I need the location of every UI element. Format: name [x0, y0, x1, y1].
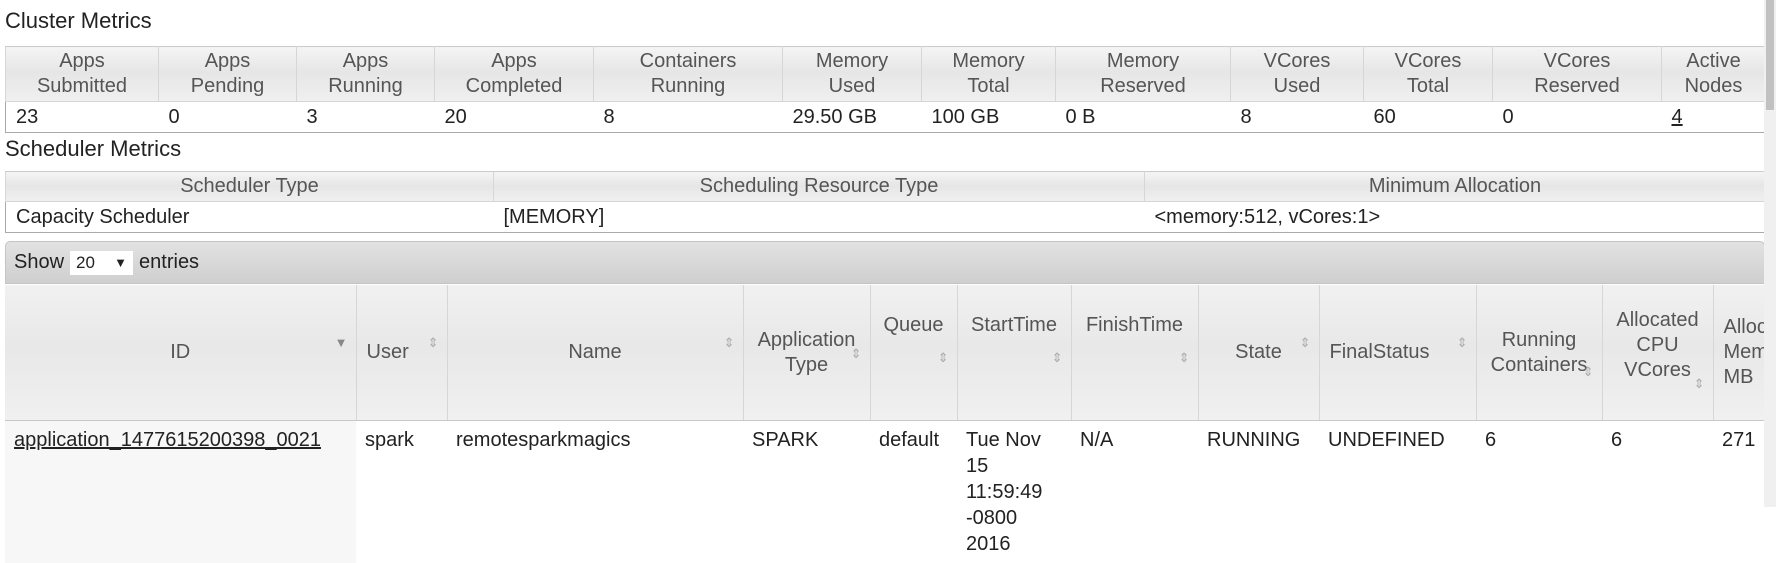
show-label: Show: [14, 251, 64, 274]
application-row: application_1477615200398_0021 spark rem…: [5, 421, 1776, 563]
cluster-metrics-header-row: AppsSubmitted AppsPending AppsRunning Ap…: [6, 47, 1766, 102]
table-length-bar: Show 20 ▼ entries: [5, 241, 1765, 284]
dropdown-arrow-icon: ▼: [114, 255, 127, 270]
column-header-running-containers[interactable]: Running Containers ⇕: [1476, 285, 1602, 421]
sort-icon: ⇕: [1300, 330, 1311, 355]
sort-icon: ⇕: [938, 345, 949, 370]
minimum-allocation-value: <memory:512, vCores:1>: [1145, 202, 1766, 233]
app-running-containers: 6: [1476, 421, 1602, 563]
scheduling-resource-type-value: [MEMORY]: [494, 202, 1145, 233]
sort-icon: ⇕: [1179, 345, 1190, 370]
app-starttime: Tue Nov 15 11:59:49 -0800 2016: [957, 421, 1071, 563]
header-scheduling-resource-type: Scheduling Resource Type: [494, 172, 1145, 202]
apps-running-value: 3: [297, 102, 435, 133]
apps-submitted-value: 23: [6, 102, 159, 133]
sort-icon: ⇕: [428, 330, 439, 355]
header-scheduler-type: Scheduler Type: [6, 172, 494, 202]
app-id-cell: application_1477615200398_0021: [5, 421, 356, 563]
header-vcores-used: VCoresUsed: [1231, 47, 1364, 102]
active-nodes-link[interactable]: 4: [1672, 106, 1683, 128]
memory-reserved-value: 0 B: [1056, 102, 1231, 133]
header-memory-total: MemoryTotal: [922, 47, 1056, 102]
column-header-application-type[interactable]: Application Type ⇕: [743, 285, 870, 421]
sort-icon: ⇕: [1052, 345, 1063, 370]
applications-table: ID ▼ User ⇕ Name ⇕ Application Type ⇕ Qu…: [5, 285, 1776, 563]
vcores-used-value: 8: [1231, 102, 1364, 133]
column-header-starttime[interactable]: StartTime ⇕: [957, 285, 1071, 421]
app-finalstatus: UNDEFINED: [1319, 421, 1476, 563]
header-minimum-allocation: Minimum Allocation: [1145, 172, 1766, 202]
apps-completed-value: 20: [435, 102, 594, 133]
entries-per-page-value: 20: [76, 253, 95, 273]
column-header-queue[interactable]: Queue ⇕: [870, 285, 957, 421]
entries-per-page-select[interactable]: 20 ▼: [70, 251, 133, 275]
header-vcores-reserved: VCoresReserved: [1493, 47, 1662, 102]
header-containers-running: ContainersRunning: [594, 47, 783, 102]
scrollbar-thumb[interactable]: [1766, 0, 1774, 110]
active-nodes-cell: 4: [1662, 102, 1766, 133]
app-state: RUNNING: [1198, 421, 1319, 563]
column-header-id[interactable]: ID ▼: [5, 285, 356, 421]
column-header-finalstatus[interactable]: FinalStatus ⇕: [1319, 285, 1476, 421]
column-header-name[interactable]: Name ⇕: [447, 285, 743, 421]
sort-icon: ⇕: [851, 341, 862, 366]
column-header-state[interactable]: State ⇕: [1198, 285, 1319, 421]
sort-icon: ⇕: [724, 330, 735, 355]
scheduler-type-value: Capacity Scheduler: [6, 202, 494, 233]
cluster-metrics-title: Cluster Metrics: [5, 8, 152, 34]
vertical-scrollbar[interactable]: [1764, 0, 1776, 507]
header-memory-used: MemoryUsed: [783, 47, 922, 102]
entries-label: entries: [139, 251, 199, 274]
sort-icon: ⇕: [1694, 371, 1705, 396]
scheduler-header-row: Scheduler Type Scheduling Resource Type …: [6, 172, 1766, 202]
sort-icon: ⇕: [1457, 330, 1468, 355]
app-user: spark: [356, 421, 447, 563]
scheduler-metrics-table: Scheduler Type Scheduling Resource Type …: [5, 171, 1766, 233]
app-id-link[interactable]: application_1477615200398_0021: [14, 429, 321, 451]
containers-running-value: 8: [594, 102, 783, 133]
header-active-nodes: ActiveNodes: [1662, 47, 1766, 102]
apps-pending-value: 0: [159, 102, 297, 133]
header-apps-completed: AppsCompleted: [435, 47, 594, 102]
header-apps-submitted: AppsSubmitted: [6, 47, 159, 102]
vcores-reserved-value: 0: [1493, 102, 1662, 133]
column-header-user[interactable]: User ⇕: [356, 285, 447, 421]
column-header-allocated-cpu-vcores[interactable]: Allocated CPU VCores ⇕: [1602, 285, 1713, 421]
app-type: SPARK: [743, 421, 870, 563]
header-memory-reserved: MemoryReserved: [1056, 47, 1231, 102]
header-apps-running: AppsRunning: [297, 47, 435, 102]
memory-used-value: 29.50 GB: [783, 102, 922, 133]
header-apps-pending: AppsPending: [159, 47, 297, 102]
applications-header-row: ID ▼ User ⇕ Name ⇕ Application Type ⇕ Qu…: [5, 285, 1776, 421]
app-name: remotesparkmagics: [447, 421, 743, 563]
app-allocated-vcores: 6: [1602, 421, 1713, 563]
header-vcores-total: VCoresTotal: [1364, 47, 1493, 102]
column-header-finishtime[interactable]: FinishTime ⇕: [1071, 285, 1198, 421]
scheduler-data-row: Capacity Scheduler [MEMORY] <memory:512,…: [6, 202, 1766, 233]
sort-icon: ⇕: [1583, 359, 1594, 384]
app-finishtime: N/A: [1071, 421, 1198, 563]
app-queue: default: [870, 421, 957, 563]
cluster-metrics-table: AppsSubmitted AppsPending AppsRunning Ap…: [5, 46, 1766, 133]
cluster-metrics-data-row: 23 0 3 20 8 29.50 GB 100 GB 0 B 8 60 0 4: [6, 102, 1766, 133]
sort-desc-icon: ▼: [335, 330, 348, 355]
memory-total-value: 100 GB: [922, 102, 1056, 133]
vcores-total-value: 60: [1364, 102, 1493, 133]
scheduler-metrics-title: Scheduler Metrics: [5, 136, 181, 162]
